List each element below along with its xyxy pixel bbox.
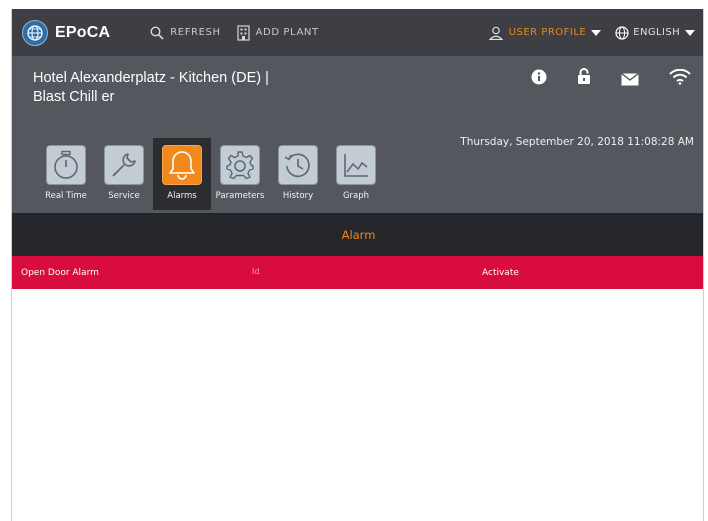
- lock-icon[interactable]: [577, 68, 591, 85]
- globe-icon: [615, 25, 629, 40]
- language-label: ENGLISH: [633, 27, 680, 38]
- alarm-section-title: Alarm: [12, 213, 703, 256]
- wrench-icon: [104, 145, 144, 185]
- tab-label: Real Time: [45, 191, 87, 201]
- user-profile-menu[interactable]: USER PROFILE: [488, 26, 602, 40]
- add-plant-label: ADD PLANT: [255, 27, 319, 38]
- alarm-name: Open Door Alarm: [21, 268, 99, 278]
- tab-label: Graph: [342, 191, 370, 201]
- plant-title: Hotel Alexanderplatz - Kitchen (DE) | Bl…: [33, 69, 333, 107]
- function-tabs: Real Time Service Alarms Parameters Hist…: [37, 138, 385, 210]
- tab-label: Parameters: [215, 191, 265, 201]
- tab-real-time[interactable]: Real Time: [37, 138, 95, 210]
- alarm-row[interactable]: Open Door Alarm Id Activate: [12, 256, 703, 289]
- info-icon[interactable]: [531, 69, 547, 85]
- tab-label: History: [282, 191, 314, 201]
- alarm-id: Id: [252, 267, 260, 276]
- gear-icon: [220, 145, 260, 185]
- user-profile-label: USER PROFILE: [508, 27, 587, 38]
- wifi-icon[interactable]: [669, 68, 691, 85]
- building-icon: [236, 24, 250, 41]
- user-icon: [488, 26, 503, 40]
- tab-label: Alarms: [167, 191, 197, 201]
- refresh-label: REFRESH: [170, 27, 221, 38]
- tab-parameters[interactable]: Parameters: [211, 138, 269, 210]
- logo[interactable]: EPoCA: [22, 19, 111, 46]
- current-datetime: Thursday, September 20, 2018 11:08:28 AM: [460, 136, 694, 148]
- plant-title-line2: Blast Chill er: [33, 89, 115, 105]
- globe-logo-icon: [22, 19, 48, 46]
- refresh-button[interactable]: REFRESH: [150, 25, 221, 40]
- history-icon: [278, 145, 318, 185]
- plant-title-line1: Hotel Alexanderplatz - Kitchen (DE) |: [33, 70, 269, 86]
- tab-history[interactable]: History: [269, 138, 327, 210]
- top-nav-bar: EPoCA REFRESH ADD PLANT USER PROFILE ENG…: [12, 9, 703, 56]
- app-window: EPoCA REFRESH ADD PLANT USER PROFILE ENG…: [11, 9, 704, 521]
- chevron-down-icon: [685, 29, 695, 36]
- app-name: EPoCA: [55, 23, 111, 41]
- plant-header: Hotel Alexanderplatz - Kitchen (DE) | Bl…: [12, 56, 703, 213]
- language-selector[interactable]: ENGLISH: [615, 25, 695, 40]
- add-plant-button[interactable]: ADD PLANT: [236, 24, 319, 41]
- status-icons: [501, 67, 691, 86]
- tab-label: Service: [108, 191, 140, 201]
- search-icon: [150, 25, 164, 40]
- bell-icon: [162, 145, 202, 185]
- chevron-down-icon: [591, 29, 602, 36]
- tab-alarms[interactable]: Alarms: [153, 138, 211, 210]
- tab-service[interactable]: Service: [95, 138, 153, 210]
- tab-graph[interactable]: Graph: [327, 138, 385, 210]
- mail-icon[interactable]: [621, 67, 639, 86]
- chart-icon: [336, 145, 376, 185]
- alarm-activate[interactable]: Activate: [482, 268, 519, 278]
- stopwatch-icon: [46, 145, 86, 185]
